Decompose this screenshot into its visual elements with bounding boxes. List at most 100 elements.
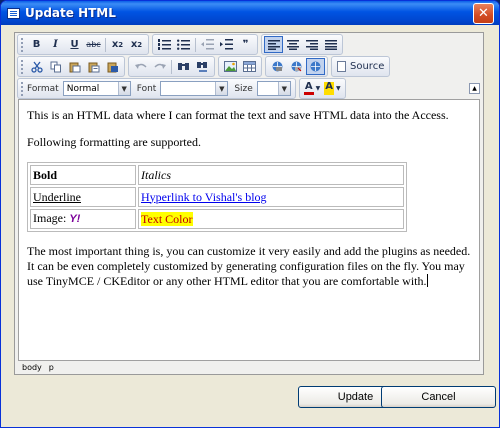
toolbar-group-basic-styles: B I U abc x2 x2: [17, 34, 149, 55]
cancel-button[interactable]: Cancel: [381, 386, 496, 408]
toolbar-group-format: Format Normal ▼ Font ▼ Size ▼: [17, 78, 296, 99]
superscript-button[interactable]: x2: [127, 36, 146, 53]
background-color-icon: A: [324, 82, 334, 95]
toolbar-group-lists: ❞: [152, 34, 258, 55]
title-bar[interactable]: Update HTML ✕: [1, 1, 499, 25]
path-item-p[interactable]: p: [49, 363, 54, 372]
content-paragraph-2: Following formatting are supported.: [27, 135, 201, 149]
align-center-icon[interactable]: [283, 36, 302, 53]
toolbar-row-3: Format Normal ▼ Font ▼ Size ▼ A ▼ A ▼: [17, 78, 349, 99]
text-color-sample: Text Color: [141, 211, 193, 226]
paste-icon[interactable]: [65, 58, 84, 75]
increase-indent-icon[interactable]: [217, 36, 236, 53]
close-button[interactable]: ✕: [473, 3, 494, 24]
table-row: Bold Italics: [30, 165, 404, 185]
copy-icon[interactable]: [46, 58, 65, 75]
align-right-icon[interactable]: [302, 36, 321, 53]
table-icon[interactable]: [240, 58, 259, 75]
collapse-toolbar-icon[interactable]: ▲: [469, 83, 480, 94]
find-icon[interactable]: [174, 58, 193, 75]
font-label: Font: [136, 83, 157, 94]
table-row: Underline Hyperlink to Vishal's blog: [30, 187, 404, 207]
toolbar-group-clipboard: [17, 56, 125, 77]
update-html-dialog: Update HTML ✕ B I U abc x2 x2 ❞ Source F…: [0, 0, 500, 428]
toolbar-group-insert: [218, 56, 262, 77]
bulleted-list-icon[interactable]: [174, 36, 193, 53]
yahoo-logo-icon: Y!: [69, 213, 81, 225]
format-label: Format: [27, 83, 59, 94]
replace-icon[interactable]: [193, 58, 212, 75]
chevron-down-icon: ▼: [277, 82, 290, 95]
subscript-mark: 2: [118, 40, 124, 49]
toolbar-row-1: B I U abc x2 x2 ❞: [17, 34, 346, 55]
source-button[interactable]: Source: [334, 58, 387, 75]
toolbar-group-links: [265, 56, 328, 77]
window-app-icon: [7, 7, 20, 19]
font-dropdown[interactable]: ▼: [160, 81, 229, 96]
content-paragraph-3: The most important thing is, you can cus…: [27, 244, 471, 289]
blockquote-icon[interactable]: ❞: [236, 36, 255, 53]
toolbar-group-source: Source: [331, 56, 391, 77]
background-color-button[interactable]: A ▼: [322, 80, 342, 97]
size-label: Size: [234, 83, 253, 94]
strikethrough-button[interactable]: abc: [84, 36, 103, 53]
table-cell-hyperlink: Hyperlink to Vishal's blog: [138, 187, 404, 207]
content-paragraph-1: This is an HTML data where I can format …: [27, 108, 449, 122]
italic-button[interactable]: I: [46, 36, 65, 53]
subscript-button[interactable]: x2: [108, 36, 127, 53]
table-cell-italics: Italics: [138, 165, 404, 185]
redo-icon[interactable]: [150, 58, 169, 75]
bold-button[interactable]: B: [27, 36, 46, 53]
toolbar-group-undo: [128, 56, 215, 77]
chevron-down-icon: ▼: [215, 82, 228, 95]
paste-text-icon[interactable]: [84, 58, 103, 75]
content-paragraph-3-text: The most important thing is, you can cus…: [27, 244, 471, 288]
image-label: Image:: [33, 211, 67, 225]
table-cell-text-color: Text Color: [138, 209, 404, 229]
window-title: Update HTML: [25, 6, 116, 20]
table-cell-underline: Underline: [30, 187, 136, 207]
table-row: Image: Y! Text Color: [30, 209, 404, 229]
format-dropdown[interactable]: Normal ▼: [62, 81, 131, 96]
superscript-mark: 2: [137, 40, 143, 49]
align-left-icon[interactable]: [264, 36, 283, 53]
size-dropdown[interactable]: ▼: [256, 81, 291, 96]
toolbar-grip: [20, 37, 24, 52]
text-color-button[interactable]: A ▼: [302, 80, 322, 97]
numbered-list-icon[interactable]: [155, 36, 174, 53]
toolbar-separator: [105, 37, 106, 52]
element-path-bar: body p: [18, 362, 480, 373]
source-document-icon: [337, 61, 346, 72]
undo-icon[interactable]: [131, 58, 150, 75]
vishal-blog-link[interactable]: Hyperlink to Vishal's blog: [141, 190, 267, 204]
toolbar-row-2: Source: [17, 56, 393, 77]
unlink-icon[interactable]: [287, 58, 306, 75]
toolbar-separator: [171, 59, 172, 74]
formatting-table: Bold Italics Underline Hyperlink to Vish…: [27, 162, 407, 232]
source-button-label: Source: [350, 61, 385, 72]
toolbar-grip: [20, 59, 24, 74]
chevron-down-icon: ▼: [117, 82, 130, 95]
text-color-icon: A: [303, 82, 314, 95]
toolbar-separator: [195, 37, 196, 52]
cut-icon[interactable]: [27, 58, 46, 75]
chevron-down-icon: ▼: [315, 85, 321, 92]
toolbar-group-alignment: [261, 34, 343, 55]
text-cursor: [426, 274, 428, 287]
table-cell-bold: Bold: [30, 165, 136, 185]
decrease-indent-icon[interactable]: [198, 36, 217, 53]
image-icon[interactable]: [221, 58, 240, 75]
format-dropdown-value: Normal: [66, 83, 100, 94]
path-item-body[interactable]: body: [22, 363, 42, 372]
justify-icon[interactable]: [321, 36, 340, 53]
html-editor: B I U abc x2 x2 ❞ Source Format Normal ▼…: [14, 32, 484, 375]
paste-word-icon[interactable]: [103, 58, 122, 75]
toolbar-group-colors: A ▼ A ▼: [298, 78, 346, 99]
toolbar-grip: [20, 81, 24, 96]
editor-content-area[interactable]: This is an HTML data where I can format …: [18, 99, 480, 361]
anchor-icon[interactable]: [306, 58, 325, 75]
chevron-down-icon: ▼: [335, 85, 341, 92]
link-icon[interactable]: [268, 58, 287, 75]
table-cell-image: Image: Y!: [30, 209, 136, 229]
underline-button[interactable]: U: [65, 36, 84, 53]
